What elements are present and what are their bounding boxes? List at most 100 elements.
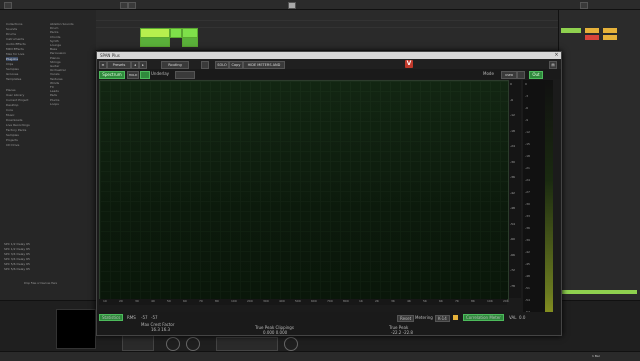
play-button[interactable]	[120, 2, 128, 9]
menu-icon[interactable]: ≡	[99, 61, 107, 69]
browser-category[interactable]: Sounds	[6, 27, 17, 31]
device-chain	[216, 337, 278, 351]
browser-place[interactable]: Factory Packs	[6, 128, 26, 132]
correlation-meter-button[interactable]: Correlation Meter	[463, 314, 504, 321]
frequency-label: 8K	[471, 299, 475, 303]
browser-place[interactable]: Desktop	[6, 103, 18, 107]
meter-label: -42	[525, 250, 530, 254]
frequency-label: 10K	[487, 299, 493, 303]
browser-place[interactable]: Projects	[6, 138, 18, 142]
browser-category[interactable]: Grooves	[6, 72, 18, 76]
knob-icon[interactable]	[284, 337, 298, 351]
meter-label: -45	[525, 262, 530, 266]
drop-hint: Drop Files or Devices Here	[24, 282, 58, 285]
browser-place[interactable]: Live Recordings	[6, 123, 30, 127]
plugin-title-bar[interactable]: SPAN Plus	[97, 52, 561, 59]
underlay-label: Underlay	[151, 71, 170, 76]
db-label: -30	[510, 159, 515, 164]
prev-icon[interactable]: ◂	[131, 61, 139, 69]
browser-category[interactable]: Templates	[6, 77, 21, 81]
hide-meters-button[interactable]: HIDE METERS AND STATS	[243, 61, 285, 73]
reset-button[interactable]: Reset	[397, 315, 415, 322]
frequency-label: 1K	[359, 299, 363, 303]
record-button[interactable]	[288, 2, 296, 9]
status-right-text: 1 Bar	[592, 354, 600, 358]
frequency-label: 30	[135, 299, 139, 303]
master-track[interactable]	[561, 290, 637, 294]
solo-button[interactable]: SOLO	[215, 61, 229, 69]
hold-box[interactable]: HOLD	[127, 71, 139, 79]
knob-icon[interactable]	[166, 337, 180, 351]
next-icon[interactable]: ▸	[139, 61, 147, 69]
db-label: -24	[510, 144, 515, 148]
browser-category[interactable]: Drums	[6, 32, 16, 36]
presets-button[interactable]: Presets	[107, 61, 131, 69]
mixer-panel	[558, 10, 640, 300]
knob-icon[interactable]	[186, 337, 200, 351]
browser-category[interactable]: Collections	[6, 22, 22, 26]
underlay-select[interactable]	[175, 71, 195, 79]
mode-select[interactable]: USER	[501, 71, 517, 79]
mute-button[interactable]	[603, 35, 617, 40]
track-list-item[interactable]: SPC 1/2 Delay 65	[4, 242, 30, 246]
track-list-item[interactable]: SPC 1/2 Delay 65	[4, 247, 30, 251]
routing-button[interactable]: Routing	[161, 61, 189, 69]
statistics-button[interactable]: Statistics	[99, 314, 124, 321]
out-button[interactable]: Out	[529, 71, 543, 79]
browser-place[interactable]: User Library	[6, 93, 24, 97]
browser-category[interactable]: Plug-Ins	[6, 57, 18, 61]
track-list-item[interactable]: SPC 5/6 Delay 65	[4, 267, 30, 271]
plugin-window: SPAN Plus × ≡ Presets ◂ ▸ Routing SOLO C…	[96, 51, 562, 336]
browser-place[interactable]: Core	[6, 108, 13, 112]
track-list-item[interactable]: SPC 5/6 Delay 65	[4, 262, 30, 266]
meter-label: -51	[525, 286, 530, 290]
tap-button[interactable]	[4, 2, 12, 9]
browser-category[interactable]: Audio Effects	[6, 42, 26, 46]
browser-category[interactable]: MIDI Effects	[6, 47, 24, 51]
clip-slot[interactable]	[170, 28, 182, 38]
browser-category[interactable]: Max for Live	[6, 52, 24, 56]
browser-category[interactable]: Samples	[6, 67, 19, 71]
frequency-label: 2K	[375, 299, 379, 303]
browser-item[interactable]: Loops	[50, 102, 59, 106]
close-icon[interactable]: ×	[554, 53, 559, 58]
spectrum-header: Spectrum HOLD Underlay Mode USER Out	[97, 69, 561, 79]
underlay-toggle[interactable]	[140, 71, 150, 79]
browser-place[interactable]: Current Project	[6, 98, 29, 102]
solo-button[interactable]	[585, 28, 599, 33]
clip-slot[interactable]	[140, 37, 170, 47]
db-label: 0	[510, 82, 512, 86]
arm-button[interactable]	[585, 35, 599, 40]
frequency-label: 3K	[391, 299, 395, 303]
browser-place[interactable]: Samples	[6, 133, 19, 137]
track-list-item[interactable]: SPC 3/4 Delay 65	[4, 257, 30, 261]
track-list-item[interactable]: SPC 3/4 Delay 65	[4, 252, 30, 256]
browser-category[interactable]: Clips	[6, 62, 13, 66]
meter-label: 0	[525, 82, 527, 86]
meter-label: -27	[525, 190, 530, 194]
meter-label: -12	[525, 130, 530, 134]
db-label: -18	[510, 128, 515, 133]
browser-place[interactable]: Music	[6, 113, 15, 117]
spectrum-button[interactable]: Spectrum	[99, 71, 125, 79]
meter-label: -48	[525, 274, 530, 278]
track-activator[interactable]	[561, 28, 581, 33]
spectrum-display[interactable]	[99, 80, 509, 300]
gear-icon[interactable]	[517, 71, 525, 79]
settings-icon[interactable]: ▤	[549, 61, 557, 69]
browser-category[interactable]: Instruments	[6, 37, 24, 41]
stop-button[interactable]	[128, 2, 136, 9]
clip-slot[interactable]	[182, 37, 198, 47]
mute-button[interactable]	[603, 28, 617, 33]
frequency-label: 600	[311, 299, 317, 303]
preview-display	[56, 309, 96, 349]
browser-place[interactable]: Downloads	[6, 118, 22, 122]
true-peak-clippings-value: 0.000 0.000	[263, 330, 288, 335]
browser-place[interactable]: Places	[6, 88, 16, 92]
db-label: -72	[510, 268, 515, 272]
statistics-panel: Statistics RMS -57 -57 Max Crest Factor …	[97, 312, 561, 335]
solo-level-box[interactable]	[201, 61, 209, 69]
metering-select[interactable]: K-14	[435, 315, 450, 322]
copy-button[interactable]: Copy	[229, 61, 243, 69]
browser-place[interactable]: CD Drive	[6, 143, 19, 147]
